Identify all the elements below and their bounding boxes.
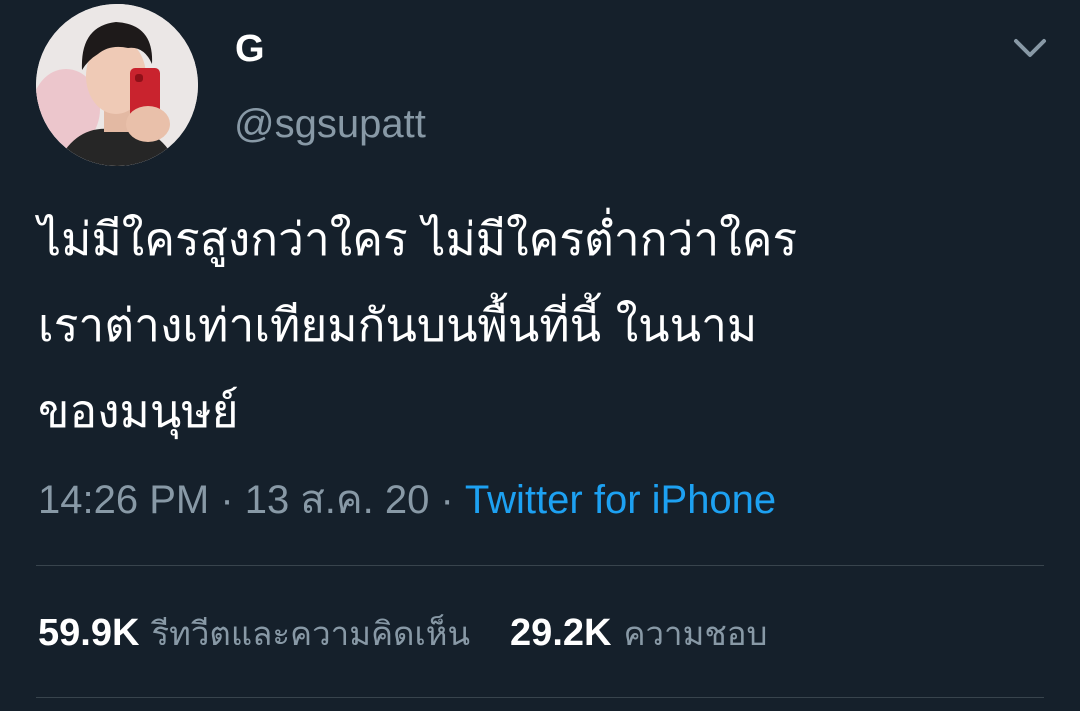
avatar[interactable] (36, 4, 198, 166)
avatar-photo (36, 4, 198, 166)
user-handle[interactable]: @sgsupatt (234, 100, 426, 148)
chevron-down-icon[interactable] (1008, 26, 1052, 70)
tweet-text-line: เราต่างเท่าเทียมกันบนพื้นที่นี้ ในนาม (38, 298, 758, 352)
tweet-time[interactable]: 14:26 PM (38, 478, 209, 522)
tweet-date[interactable]: 13 ส.ค. 20 (245, 478, 430, 522)
engagement-stats: 59.9K รีทวีตและความคิดเห็น 29.2K ความชอบ (38, 606, 768, 660)
divider (36, 565, 1044, 566)
likes-count: 29.2K (510, 611, 612, 654)
tweet-detail: G @sgsupatt ไม่มีใครสูงกว่าใคร ไม่มีใครต… (0, 0, 1080, 711)
meta-separator: · (209, 478, 245, 522)
retweets-stat[interactable]: 59.9K รีทวีตและความคิดเห็น (38, 607, 470, 660)
likes-stat[interactable]: 29.2K ความชอบ (510, 607, 767, 660)
tweet-text-line: ไม่มีใครสูงกว่าใคร ไม่มีใครต่ำกว่าใคร (38, 212, 798, 266)
divider (36, 697, 1044, 698)
tweet-source-link[interactable]: Twitter for iPhone (465, 478, 776, 522)
meta-separator: · (429, 478, 465, 522)
retweets-label: รีทวีตและความคิดเห็น (151, 613, 471, 653)
tweet-text: ไม่มีใครสูงกว่าใคร ไม่มีใครต่ำกว่าใคร เร… (38, 196, 1048, 454)
tweet-meta: 14:26 PM · 13 ส.ค. 20 · Twitter for iPho… (38, 474, 776, 526)
display-name[interactable]: G (235, 26, 265, 72)
likes-label: ความชอบ (623, 613, 768, 653)
tweet-text-line: ของมนุษย์ (38, 384, 239, 438)
retweets-count: 59.9K (38, 611, 140, 654)
